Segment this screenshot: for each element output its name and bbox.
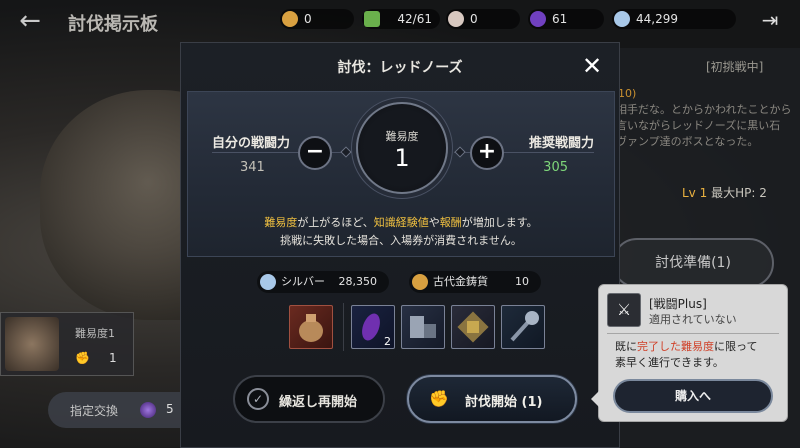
desc-line: ヴァンプ達のボスとなった。 [616, 135, 759, 148]
tooltip-arrow [591, 391, 599, 407]
repeat-restart-button[interactable]: ✓ 繰返し再開始 [233, 375, 385, 423]
level-prefix: Lv [682, 186, 696, 200]
currency-orb[interactable]: 61 [528, 9, 604, 29]
fist-icon: ✊ [429, 389, 449, 408]
exchange-count: 5 [166, 402, 174, 416]
level-number: 1 [699, 186, 708, 200]
note-text: や [428, 216, 440, 229]
battle-plus-name: [戦闘Plus] [649, 297, 707, 311]
difficulty-card[interactable]: 難易度1 ✊ 1 [0, 312, 134, 376]
divider [343, 303, 344, 351]
reward-label: 古代金鋳貨 [433, 275, 488, 288]
check-icon: ✓ [247, 388, 269, 410]
diamond-ornament [454, 146, 466, 158]
purple-orb-icon [140, 402, 156, 418]
desc-line: 10) [618, 87, 637, 100]
recommended-power-value: 305 [543, 160, 568, 175]
go-to-purchase-button[interactable]: 購入へ [613, 379, 773, 413]
battle-plus-description: 既に完了した難易度に限って素早く進行できます。 [615, 339, 781, 371]
stone-block-item-icon[interactable] [401, 305, 445, 349]
bag-item-icon[interactable] [289, 305, 333, 349]
exchange-label: 指定交換 [70, 404, 119, 418]
note-highlight: 知識経験値 [373, 216, 429, 229]
quest-description: 10) 相手だな。とからかわれたことから 言いながらレッドノーズに黒い石 ヴァン… [616, 86, 796, 150]
note-text: が上がるほど、 [297, 216, 374, 229]
repeat-restart-label: 繰返し再開始 [279, 395, 358, 410]
item-count: 2 [384, 335, 391, 348]
reward-silver: シルバー 28,350 [257, 271, 389, 293]
currency-gold[interactable]: 0 [280, 9, 354, 29]
note-text: が増加します。 [461, 216, 538, 229]
difficulty-card-label: 難易度1 [75, 327, 115, 340]
increase-difficulty-button[interactable]: + [470, 136, 504, 170]
page-title: 討伐掲示板 [68, 14, 158, 35]
difficulty-value: 1 [394, 144, 410, 172]
reward-label: シルバー [281, 275, 325, 288]
desc-line: 言いながらレッドノーズに黒い石 [616, 119, 781, 132]
exit-icon[interactable]: ⇥ [758, 8, 782, 34]
pearl-icon [448, 11, 464, 27]
currency-pearl[interactable]: 0 [446, 9, 520, 29]
currency-value: 0 [304, 12, 312, 26]
dialog-title: 討伐：レッドノーズ [337, 60, 463, 76]
purple-gem-item-icon[interactable]: 2 [351, 305, 395, 349]
currency-value: 42/61 [397, 12, 432, 26]
diamond-ornament [340, 146, 352, 158]
mace-item-icon[interactable] [501, 305, 545, 349]
subjugation-prep-button[interactable]: 討伐準備(1) [612, 238, 774, 288]
start-subjugation-label: 討伐開始 (1) [465, 395, 543, 410]
crossed-swords-icon: ⚔ [607, 293, 641, 327]
desc-line: 相手だな。とからかわれたことから [616, 103, 792, 116]
back-arrow-icon[interactable]: ← [14, 6, 46, 36]
designated-exchange-button[interactable]: 指定交換 5 [48, 392, 198, 428]
gold-coin-icon [282, 11, 298, 27]
difficulty-dial: 難易度 1 [356, 102, 448, 194]
own-power-value: 341 [240, 160, 265, 175]
green-gem-icon [364, 11, 380, 27]
difficulty-note: 難易度が上がるほど、知識経験値や報酬が増加します。 [188, 214, 614, 230]
level-info: Lv 1 最大HP: 2 [682, 184, 767, 201]
battle-plus-tooltip: ⚔ [戦闘Plus] 適用されていない 既に完了した難易度に限って素早く進行でき… [591, 284, 788, 422]
monster-thumbnail [5, 317, 59, 371]
desc-text: 既に [615, 340, 637, 353]
own-power-label: 自分の戦闘力 [212, 136, 291, 151]
note-highlight: 報酬 [439, 216, 462, 229]
currency-value: 44,299 [636, 12, 678, 26]
currency-value: 61 [552, 12, 568, 26]
currency-gem[interactable]: 42/61 [362, 9, 440, 29]
difficulty-label: 難易度 [385, 130, 419, 143]
start-subjugation-button[interactable]: ✊ 討伐開始 (1) [407, 375, 577, 423]
recommended-power-label: 推奨戦闘力 [528, 136, 594, 151]
divider [607, 333, 779, 334]
top-bar: ← 討伐掲示板 0 42/61 0 61 44,299 ⇥ [0, 0, 800, 42]
reward-value: 28,350 [338, 275, 378, 288]
currency-value: 0 [470, 12, 478, 26]
silver-coin-icon [614, 11, 630, 27]
battle-plus-status: 適用されていない [649, 313, 737, 326]
first-challenge-tag: [初挑戦中] [706, 60, 764, 74]
difficulty-card-count: 1 [109, 351, 117, 365]
subjugation-dialog: 討伐：レッドノーズ ✕ 自分の戦闘力 341 推奨戦闘力 305 − + 難易度… [180, 42, 620, 448]
ancient-gold-coin-icon [412, 274, 428, 290]
gold-box-item-icon[interactable] [451, 305, 495, 349]
currency-silver[interactable]: 44,299 [612, 9, 736, 29]
close-icon[interactable]: ✕ [579, 53, 605, 79]
failure-note: 挑戦に失敗した場合、入場券が消費されません。 [280, 234, 522, 247]
desc-highlight: 完了した難易度 [637, 340, 714, 353]
silver-coin-icon [260, 274, 276, 290]
max-hp-label: 最大HP: 2 [711, 186, 767, 200]
decrease-difficulty-button[interactable]: − [298, 136, 332, 170]
fist-icon: ✊ [75, 351, 90, 365]
desc-text: に限って [714, 340, 758, 353]
difficulty-panel: 自分の戦闘力 341 推奨戦闘力 305 − + 難易度 1 難易度が上がるほど… [187, 91, 615, 257]
reward-value: 10 [515, 275, 529, 288]
desc-text: 素早く進行できます。 [615, 356, 724, 369]
reward-ancient-gold: 古代金鋳貨 10 [409, 271, 541, 293]
purple-orb-icon [530, 11, 546, 27]
note-highlight: 難易度 [264, 216, 298, 229]
